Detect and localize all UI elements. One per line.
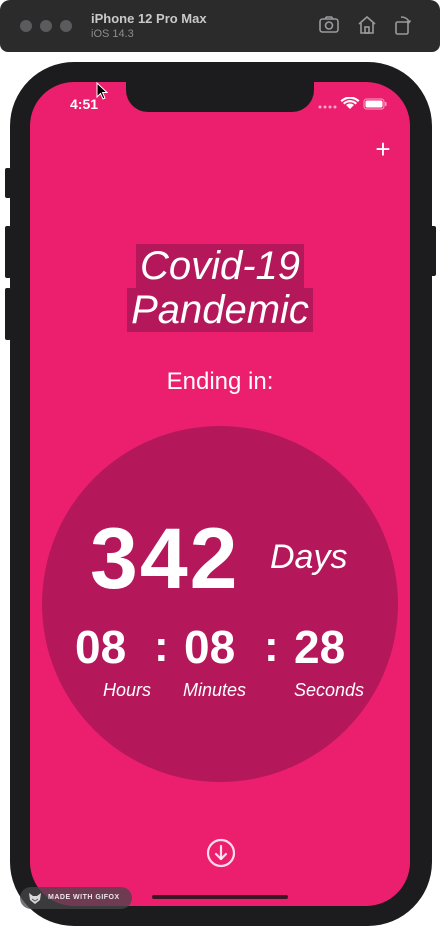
minutes-label: Minutes <box>183 680 247 700</box>
volume-down-button <box>5 288 11 340</box>
rotate-icon[interactable] <box>392 14 414 36</box>
wifi-icon <box>340 97 360 109</box>
zoom-window-button[interactable] <box>60 20 72 32</box>
hours-value: 08 <box>75 621 127 673</box>
arrow-down-circle-icon[interactable] <box>206 838 236 868</box>
volume-up-button <box>5 226 11 278</box>
seconds-value: 28 <box>294 621 346 673</box>
notch <box>126 82 314 112</box>
home-indicator[interactable] <box>152 895 288 899</box>
mute-switch <box>5 168 11 198</box>
simulator-toolbar: iPhone 12 Pro Max iOS 14.3 <box>0 0 440 52</box>
minutes-value: 08 <box>184 621 236 673</box>
page-title: Covid-19 Pandemic <box>30 244 410 332</box>
hours-minutes-separator: : <box>154 622 169 671</box>
battery-icon <box>363 98 387 110</box>
gifox-watermark: MADE WITH GIFOX <box>20 887 132 909</box>
gifox-text: MADE WITH GIFOX <box>48 894 120 901</box>
signal-icon <box>318 105 337 109</box>
minimize-window-button[interactable] <box>40 20 52 32</box>
screenshot-icon[interactable] <box>318 14 340 36</box>
minutes-seconds-separator: : <box>264 622 279 671</box>
time-row: 08 : 08 : 28 <box>42 622 398 672</box>
simulator-os-version: iOS 14.3 <box>91 28 134 40</box>
add-button[interactable]: + <box>372 136 394 162</box>
title-line-1: Covid-19 <box>135 244 305 288</box>
status-time: 4:51 <box>70 96 99 112</box>
home-icon[interactable] <box>356 14 378 36</box>
days-unit-label: Days <box>270 538 348 576</box>
hours-label: Hours <box>103 680 152 700</box>
status-icons <box>318 97 387 110</box>
close-window-button[interactable] <box>20 20 32 32</box>
cursor-icon <box>96 82 108 100</box>
title-line-2: Pandemic <box>127 288 313 332</box>
days-value: 342 <box>90 511 240 607</box>
fox-icon <box>29 893 41 904</box>
countdown-subtitle: Ending in: <box>166 368 274 395</box>
power-button <box>430 226 436 276</box>
app-screen: 4:51 + Covid-19 Pandemic Ending in: 342 … <box>30 82 410 906</box>
seconds-label: Seconds <box>294 680 365 700</box>
simulator-device-name: iPhone 12 Pro Max <box>91 11 207 26</box>
countdown-circle: 342 Days 08 : 08 : 28 Hours Minutes Seco… <box>42 426 398 782</box>
